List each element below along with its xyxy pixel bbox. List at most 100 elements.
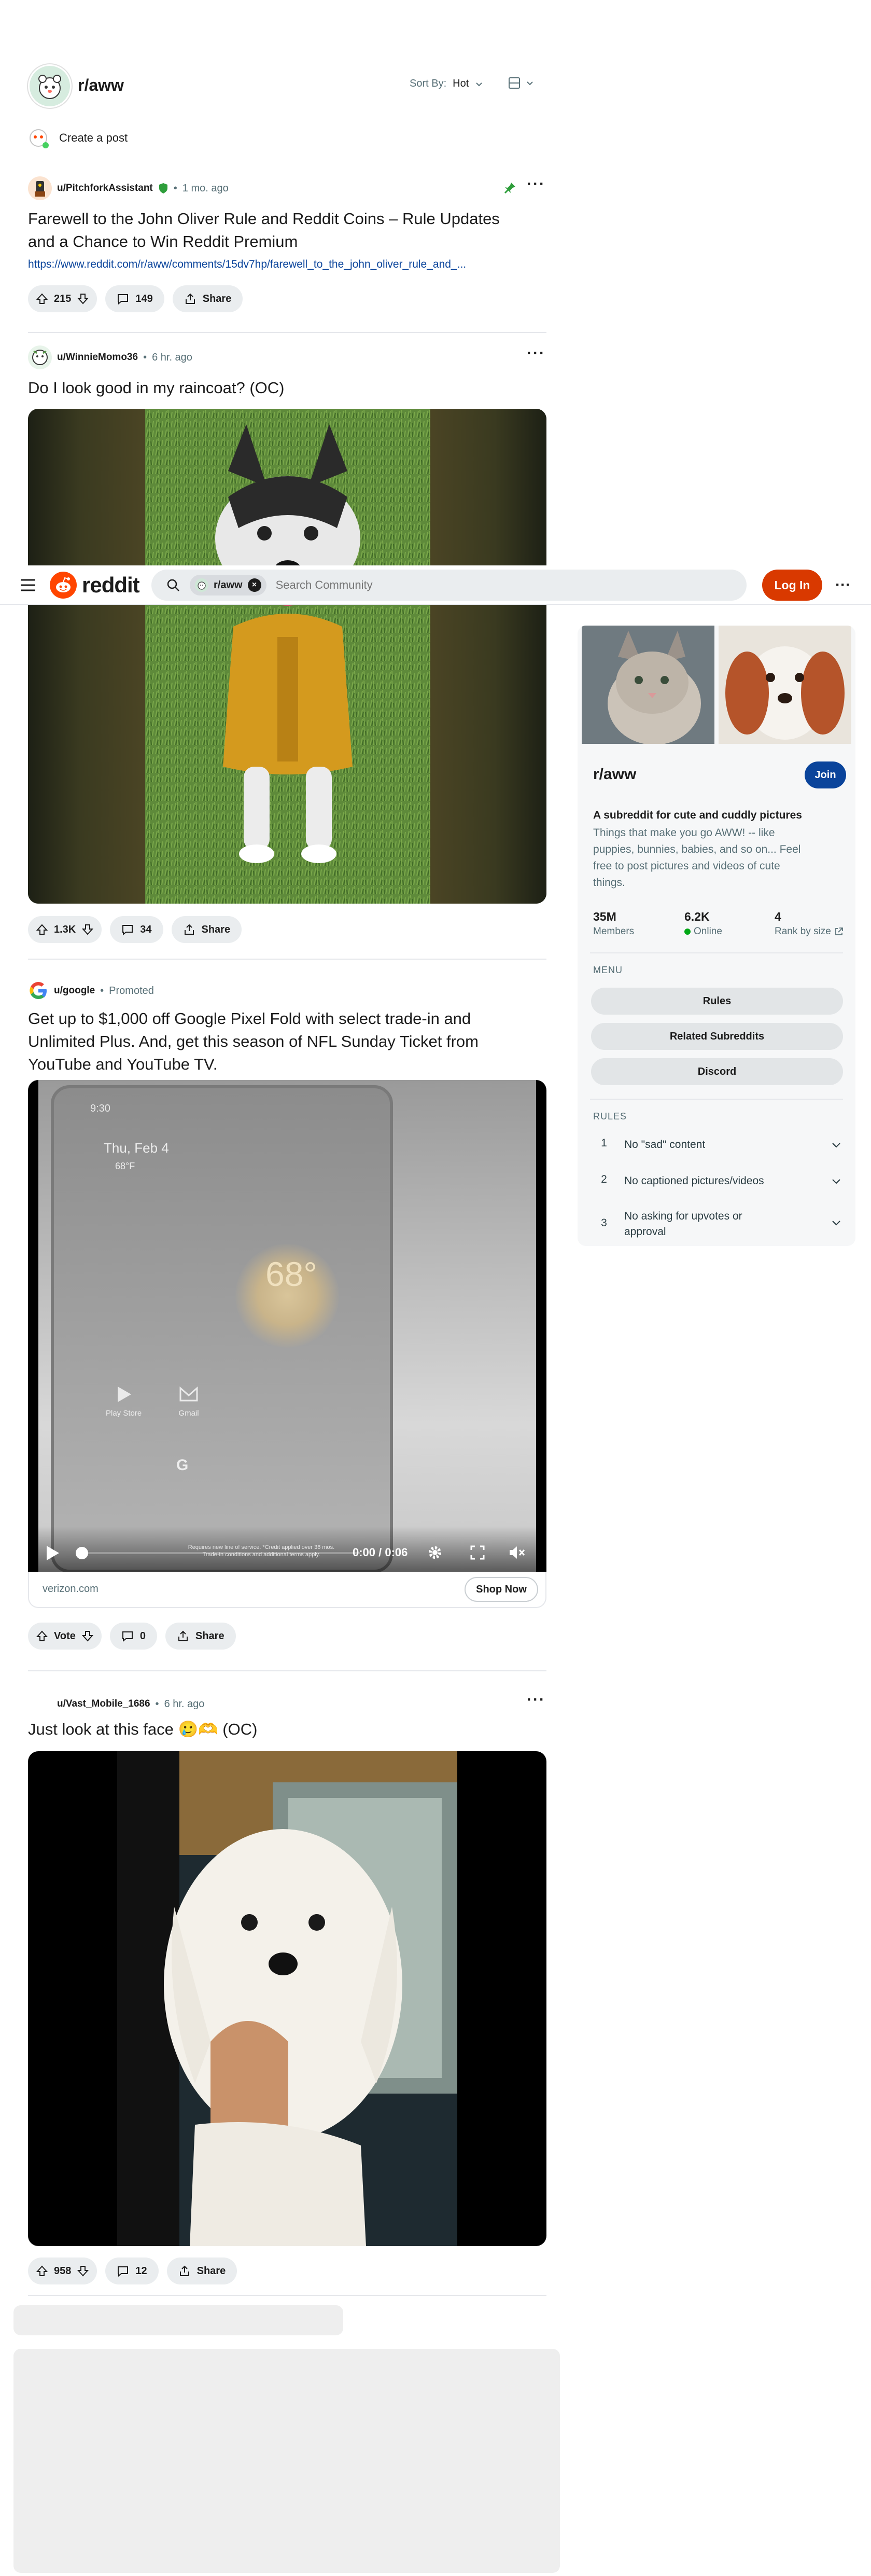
share-button[interactable]: Share xyxy=(165,1623,236,1650)
upvote-icon[interactable] xyxy=(36,2265,48,2277)
rule-text: No "sad" content xyxy=(624,1139,706,1151)
video-time: 0:00 / 0:06 xyxy=(353,1546,408,1559)
post-image[interactable] xyxy=(28,409,546,904)
rule-number: 3 xyxy=(601,1217,607,1229)
fine-print-line: Requires new line of service. *Credit ap… xyxy=(188,1544,335,1550)
vote-control[interactable]: 1.3K xyxy=(28,916,102,943)
downvote-icon[interactable] xyxy=(77,293,89,304)
post-author[interactable]: u/google xyxy=(54,985,95,996)
upvote-icon[interactable] xyxy=(36,293,48,304)
search-input[interactable] xyxy=(275,578,639,592)
online-dot-icon xyxy=(684,929,691,935)
mute-icon[interactable] xyxy=(508,1545,526,1560)
avatar[interactable] xyxy=(28,1692,52,1716)
video-progress-handle[interactable] xyxy=(76,1547,88,1559)
promoted-post-card[interactable]: u/google • Promoted Get up to $1,000 off… xyxy=(28,980,546,1655)
post-card[interactable]: u/PitchforkAssistant • 1 mo. ago ··· Far… xyxy=(28,175,546,327)
post-card[interactable]: u/Vast_Mobile_1686 • 6 hr. ago ··· Just … xyxy=(28,1691,546,2284)
post-author[interactable]: u/WinnieMomo36 xyxy=(57,352,138,363)
shop-now-button[interactable]: Shop Now xyxy=(465,1577,538,1602)
app-label: Gmail xyxy=(178,1409,199,1418)
share-button[interactable]: Share xyxy=(171,916,242,943)
avatar[interactable] xyxy=(28,345,52,369)
downvote-icon[interactable] xyxy=(77,2265,89,2277)
search-scope-label: r/aww xyxy=(214,579,243,591)
search-scope-chip[interactable]: r/aww × xyxy=(190,575,266,595)
vote-count: 1.3K xyxy=(54,923,76,935)
community-sidebar: r/aww Join A subreddit for cute and cudd… xyxy=(578,626,855,1246)
menu-rules-button[interactable]: Rules xyxy=(591,988,843,1015)
hamburger-menu-button[interactable] xyxy=(17,574,39,597)
rule-item[interactable]: 3 No asking for upvotes or approval xyxy=(593,1209,842,1240)
google-logo-icon[interactable] xyxy=(28,980,49,1001)
post-options-button[interactable]: ··· xyxy=(527,1691,545,1709)
post-card[interactable]: u/WinnieMomo36 • 6 hr. ago ··· Do I look… xyxy=(28,344,546,952)
sort-control[interactable]: Sort By: Hot xyxy=(410,78,483,90)
play-icon[interactable] xyxy=(45,1545,60,1561)
rule-item[interactable]: 1 No "sad" content xyxy=(593,1137,842,1153)
rule-item[interactable]: 2 No captioned pictures/videos xyxy=(593,1173,842,1189)
post-options-button[interactable]: ··· xyxy=(527,344,545,362)
post-image[interactable] xyxy=(28,1751,546,2246)
comments-button[interactable]: 0 xyxy=(109,1623,157,1650)
post-divider xyxy=(28,1670,546,1671)
subreddit-icon[interactable] xyxy=(28,64,72,108)
phone-temp-small: 68°F xyxy=(115,1161,135,1171)
dog-in-raincoat-photo xyxy=(145,409,430,904)
post-title[interactable]: Just look at this face 🥲🫶 (OC) xyxy=(28,1718,257,1741)
login-button[interactable]: Log In xyxy=(762,570,822,601)
post-title[interactable]: Get up to $1,000 off Google Pixel Fold w… xyxy=(28,1007,546,1076)
downvote-icon[interactable] xyxy=(81,1630,93,1642)
upvote-icon[interactable] xyxy=(36,1630,48,1642)
share-button[interactable]: Share xyxy=(172,285,243,312)
clear-scope-icon[interactable]: × xyxy=(247,578,261,592)
fullscreen-icon[interactable] xyxy=(470,1545,485,1560)
share-label: Share xyxy=(196,2265,226,2277)
vote-control[interactable]: Vote xyxy=(28,1623,102,1650)
sidebar-banner xyxy=(578,626,855,744)
stat-value: 4 xyxy=(775,910,781,923)
sidebar-description-line: Things that make you go AWW! -- like xyxy=(593,827,775,839)
phone-weather: 68° xyxy=(265,1255,317,1293)
ad-domain[interactable]: verizon.com xyxy=(43,1583,99,1595)
post-author[interactable]: u/Vast_Mobile_1686 xyxy=(57,1698,150,1710)
reddit-logo[interactable]: reddit xyxy=(50,572,140,599)
post-title[interactable]: Farewell to the John Oliver Rule and Red… xyxy=(28,207,546,253)
gmail-icon xyxy=(179,1386,198,1402)
comment-count: 0 xyxy=(139,1630,146,1642)
settings-gear-icon[interactable] xyxy=(426,1544,444,1561)
bullet: • xyxy=(100,985,104,996)
post-title-line: Farewell to the John Oliver Rule and Red… xyxy=(28,210,500,228)
share-icon xyxy=(185,293,195,304)
downvote-icon[interactable] xyxy=(82,924,94,935)
stat-rank[interactable]: 4 Rank by size xyxy=(775,910,844,937)
comments-button[interactable]: 12 xyxy=(105,2258,159,2284)
search-bar[interactable]: r/aww × xyxy=(151,570,747,601)
share-icon xyxy=(178,1630,188,1641)
vote-control[interactable]: 215 xyxy=(28,285,97,312)
post-meta: u/PitchforkAssistant • 1 mo. ago xyxy=(28,176,229,200)
view-toggle[interactable] xyxy=(507,76,534,90)
create-post-row[interactable]: Create a post xyxy=(26,126,128,150)
menu-discord-button[interactable]: Discord xyxy=(591,1058,843,1085)
chevron-down-icon xyxy=(832,1221,840,1226)
comments-button[interactable]: 34 xyxy=(110,916,163,943)
post-title[interactable]: Do I look good in my raincoat? (OC) xyxy=(28,377,285,399)
vote-control[interactable]: 958 xyxy=(28,2258,97,2284)
subreddit-title: r/aww xyxy=(78,76,124,94)
join-button[interactable]: Join xyxy=(805,761,846,788)
post-author[interactable]: u/PitchforkAssistant xyxy=(57,183,153,194)
post-options-button[interactable]: ··· xyxy=(527,175,545,193)
share-button[interactable]: Share xyxy=(166,2258,237,2284)
share-icon xyxy=(184,924,194,935)
avatar[interactable] xyxy=(28,176,52,200)
more-options-button[interactable]: ··· xyxy=(832,574,854,597)
card-view-icon xyxy=(509,77,520,89)
post-link[interactable]: https://www.reddit.com/r/aww/comments/15… xyxy=(28,258,466,271)
ad-footer[interactable]: verizon.com Shop Now xyxy=(28,1572,546,1608)
ad-video-player[interactable]: 9:30 Thu, Feb 4 68°F 68° Play Store Gmai… xyxy=(28,1080,546,1572)
comments-button[interactable]: 149 xyxy=(105,285,164,312)
upvote-icon[interactable] xyxy=(36,924,48,935)
menu-related-button[interactable]: Related Subreddits xyxy=(591,1023,843,1050)
share-label: Share xyxy=(201,923,231,935)
